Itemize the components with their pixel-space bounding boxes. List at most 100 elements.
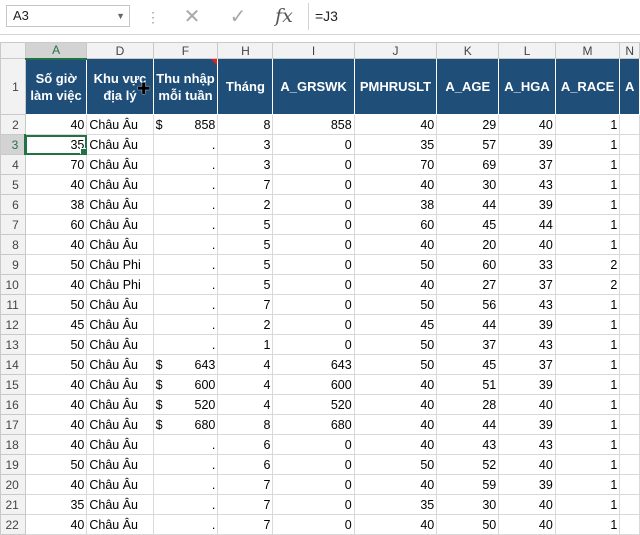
cell-a[interactable]: 60 (24, 214, 88, 235)
cell-a[interactable]: 40 (24, 174, 88, 195)
cell-m[interactable]: 1 (554, 174, 621, 195)
cell-m[interactable]: 1 (554, 514, 621, 535)
cell-h[interactable]: 8 (217, 414, 274, 435)
cell-n[interactable] (619, 274, 640, 295)
cell-a[interactable]: 50 (24, 454, 88, 475)
column-header-f[interactable]: F (152, 42, 219, 59)
cell-l[interactable]: 37 (498, 154, 556, 175)
cell-n[interactable] (619, 254, 640, 275)
select-all-corner[interactable] (0, 42, 26, 59)
cell-j[interactable]: 35 (353, 494, 438, 515)
cell-m[interactable]: 1 (554, 374, 621, 395)
cell-j[interactable]: 50 (353, 254, 438, 275)
cell-n[interactable] (619, 374, 640, 395)
cell-m[interactable]: 1 (554, 214, 621, 235)
cell-region[interactable]: Châu Âu (86, 514, 154, 535)
cell-k[interactable]: 69 (436, 154, 500, 175)
header-cell-hours[interactable]: Số giờ làm việc (24, 58, 88, 115)
row-number[interactable]: 19 (0, 454, 26, 475)
cell-j[interactable]: 70 (353, 154, 438, 175)
column-header-j[interactable]: J (353, 42, 438, 59)
cell-j[interactable]: 50 (353, 354, 438, 375)
cell-i[interactable]: 0 (272, 274, 355, 295)
cell-a[interactable]: 40 (24, 374, 88, 395)
cell-i[interactable]: 0 (272, 474, 355, 495)
row-number[interactable]: 1 (0, 58, 26, 115)
cell-n[interactable] (619, 214, 640, 235)
cell-weekly-income[interactable]: $520 (152, 394, 219, 415)
cell-k[interactable]: 29 (436, 114, 500, 135)
cell-h[interactable]: 6 (217, 454, 274, 475)
drag-handle-icon[interactable]: ⋮ (146, 8, 160, 26)
cell-l[interactable]: 40 (498, 114, 556, 135)
row-number[interactable]: 15 (0, 374, 26, 395)
cell-l[interactable]: 43 (498, 174, 556, 195)
cell-a[interactable]: 40 (24, 274, 88, 295)
cell-h[interactable]: 4 (217, 374, 274, 395)
cell-l[interactable]: 40 (498, 514, 556, 535)
cell-m[interactable]: 1 (554, 414, 621, 435)
cell-m[interactable]: 1 (554, 154, 621, 175)
cell-n[interactable] (619, 314, 640, 335)
cell-a[interactable]: 40 (24, 114, 88, 135)
cell-region[interactable]: Châu Âu (86, 134, 154, 155)
cell-region[interactable]: Châu Âu (86, 214, 154, 235)
cell-n[interactable] (619, 114, 640, 135)
column-header-h[interactable]: H (217, 42, 274, 59)
cell-weekly-income[interactable]: . (152, 334, 219, 355)
cell-region[interactable]: Châu Âu (86, 374, 154, 395)
cell-k[interactable]: 30 (436, 494, 500, 515)
cell-n[interactable] (619, 354, 640, 375)
cell-m[interactable]: 1 (554, 194, 621, 215)
column-header-i[interactable]: I (272, 42, 355, 59)
cell-m[interactable]: 1 (554, 314, 621, 335)
formula-input[interactable]: =J3 (308, 3, 640, 30)
cell-weekly-income[interactable]: $858 (152, 114, 219, 135)
cell-j[interactable]: 40 (353, 114, 438, 135)
cell-region[interactable]: Châu Âu (86, 154, 154, 175)
cell-h[interactable]: 5 (217, 234, 274, 255)
cell-h[interactable]: 4 (217, 394, 274, 415)
cell-j[interactable]: 40 (353, 394, 438, 415)
cell-m[interactable]: 1 (554, 294, 621, 315)
row-number[interactable]: 4 (0, 154, 26, 175)
header-cell-a-age[interactable]: A_AGE (436, 58, 500, 115)
cell-l[interactable]: 43 (498, 334, 556, 355)
cell-k[interactable]: 30 (436, 174, 500, 195)
cell-j[interactable]: 40 (353, 234, 438, 255)
cell-i[interactable]: 520 (272, 394, 355, 415)
cell-weekly-income[interactable]: . (152, 434, 219, 455)
cell-h[interactable]: 7 (217, 494, 274, 515)
cell-h[interactable]: 3 (217, 154, 274, 175)
cell-weekly-income[interactable]: . (152, 314, 219, 335)
cell-l[interactable]: 39 (498, 134, 556, 155)
cell-j[interactable]: 40 (353, 374, 438, 395)
cell-a[interactable]: 50 (24, 294, 88, 315)
row-number[interactable]: 3 (0, 134, 27, 155)
row-number[interactable]: 17 (0, 414, 26, 435)
column-header-m[interactable]: M (554, 42, 621, 59)
cell-h[interactable]: 6 (217, 434, 274, 455)
cell-j[interactable]: 50 (353, 454, 438, 475)
cell-h[interactable]: 2 (217, 314, 274, 335)
cell-a[interactable]: 40 (24, 474, 88, 495)
header-cell-pmhruslt[interactable]: PMHRUSLT (353, 58, 438, 115)
cell-i[interactable]: 643 (272, 354, 355, 375)
cell-k[interactable]: 44 (436, 314, 500, 335)
cell-a[interactable]: 35 (24, 494, 88, 515)
cell-k[interactable]: 45 (436, 214, 500, 235)
cell-i[interactable]: 0 (272, 194, 355, 215)
cell-m[interactable]: 1 (554, 474, 621, 495)
row-number[interactable]: 21 (0, 494, 26, 515)
row-number[interactable]: 22 (0, 514, 26, 535)
cell-i[interactable]: 858 (272, 114, 355, 135)
cell-h[interactable]: 5 (217, 254, 274, 275)
cell-l[interactable]: 39 (498, 194, 556, 215)
cell-j[interactable]: 40 (353, 414, 438, 435)
cell-n[interactable] (619, 154, 640, 175)
fill-handle[interactable] (80, 148, 86, 154)
cell-l[interactable]: 44 (498, 214, 556, 235)
cell-a[interactable]: 50 (24, 254, 88, 275)
cell-i[interactable]: 0 (272, 214, 355, 235)
cell-region[interactable]: Châu Âu (86, 414, 154, 435)
